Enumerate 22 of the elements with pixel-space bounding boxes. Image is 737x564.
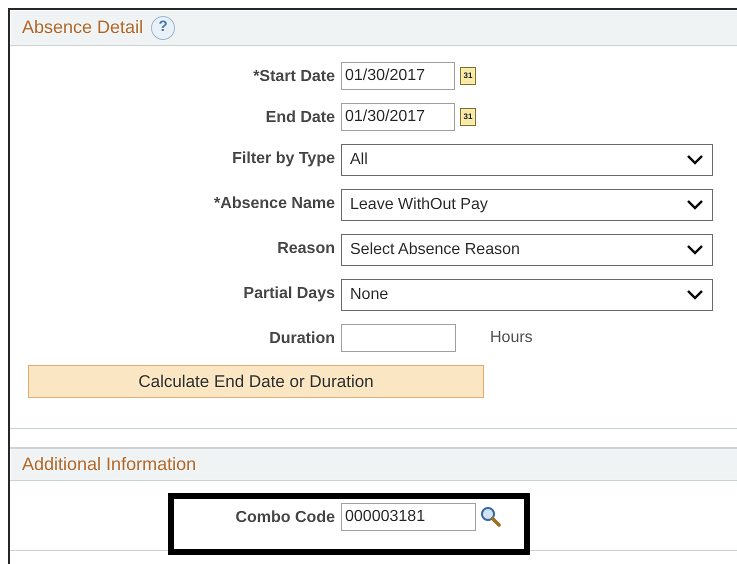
calendar-icon[interactable]: 31 <box>460 108 476 126</box>
dropdown-field[interactable]: Select Absence Reason <box>341 234 713 266</box>
field-label: Reason <box>276 239 335 259</box>
section-title: Additional Information <box>22 453 196 476</box>
field-label: Partial Days <box>242 284 335 304</box>
combo-code-field[interactable]: 000003181 <box>341 503 476 531</box>
dropdown-field[interactable]: None <box>341 279 713 311</box>
section-title: Absence Detail <box>22 16 144 39</box>
calculate-button[interactable]: Calculate End Date or Duration <box>28 365 484 398</box>
help-icon[interactable]: ? <box>151 16 176 40</box>
field-label: Combo Code <box>234 508 335 528</box>
date-field[interactable]: 01/30/2017 <box>341 62 455 90</box>
dropdown-field[interactable]: Leave WithOut Pay <box>341 189 713 221</box>
field-label: *Absence Name <box>213 194 335 214</box>
field-label: *Start Date <box>252 67 335 87</box>
unit-label: Hours <box>490 328 533 348</box>
dropdown-field[interactable]: All <box>341 144 713 176</box>
field-label: Filter by Type <box>231 149 335 169</box>
field-label: End Date <box>264 108 335 128</box>
date-field[interactable]: 01/30/2017 <box>341 103 455 131</box>
field-label: Duration <box>268 329 335 349</box>
calendar-icon[interactable]: 31 <box>460 67 476 85</box>
